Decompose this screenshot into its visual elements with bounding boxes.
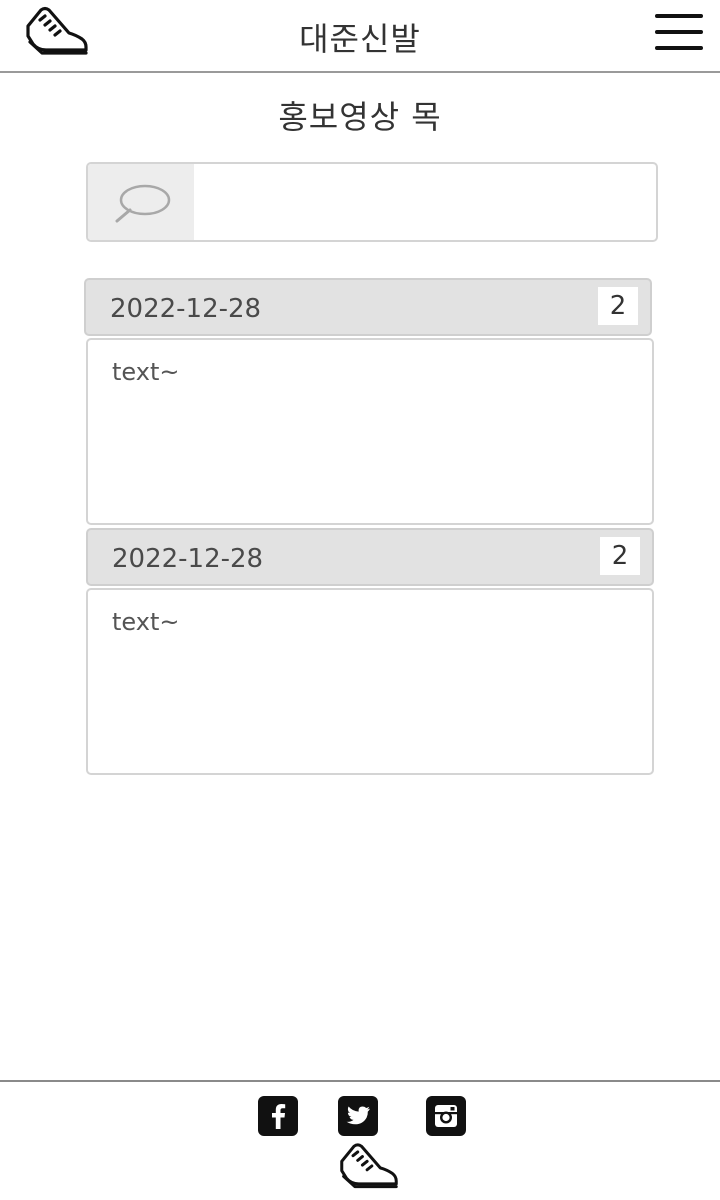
post-header[interactable]: 2022-12-28 2 bbox=[84, 278, 652, 336]
footer-logo bbox=[338, 1140, 400, 1192]
post-body[interactable]: text~ bbox=[86, 338, 654, 525]
menu-bar bbox=[655, 14, 703, 18]
twitter-link[interactable] bbox=[338, 1096, 378, 1136]
search-button[interactable] bbox=[88, 164, 194, 240]
post-body[interactable]: text~ bbox=[86, 588, 654, 775]
menu-bar bbox=[655, 46, 703, 50]
instagram-link[interactable] bbox=[426, 1096, 466, 1136]
facebook-link[interactable] bbox=[258, 1096, 298, 1136]
post-date: 2022-12-28 bbox=[110, 294, 262, 324]
twitter-icon bbox=[346, 1106, 370, 1125]
post-header[interactable]: 2022-12-28 2 bbox=[86, 528, 654, 586]
post-date: 2022-12-28 bbox=[112, 544, 264, 574]
page-title: 홍보영상 목 bbox=[278, 98, 442, 136]
menu-bar bbox=[655, 30, 703, 34]
post-text: text~ bbox=[112, 608, 180, 636]
instagram-icon bbox=[435, 1105, 457, 1127]
post-text: text~ bbox=[112, 358, 180, 386]
sneaker-icon bbox=[340, 1143, 398, 1189]
footer-divider bbox=[0, 1080, 720, 1082]
hamburger-menu-button[interactable] bbox=[655, 14, 703, 50]
post-count-badge: 2 bbox=[600, 537, 640, 575]
search-icon bbox=[115, 184, 171, 223]
search-input[interactable] bbox=[194, 164, 656, 240]
app-title: 대준신발 bbox=[299, 20, 421, 58]
search-bar bbox=[86, 162, 658, 242]
facebook-icon bbox=[272, 1104, 286, 1129]
top-header: 대준신발 bbox=[0, 0, 720, 73]
post-count-badge: 2 bbox=[598, 287, 638, 325]
